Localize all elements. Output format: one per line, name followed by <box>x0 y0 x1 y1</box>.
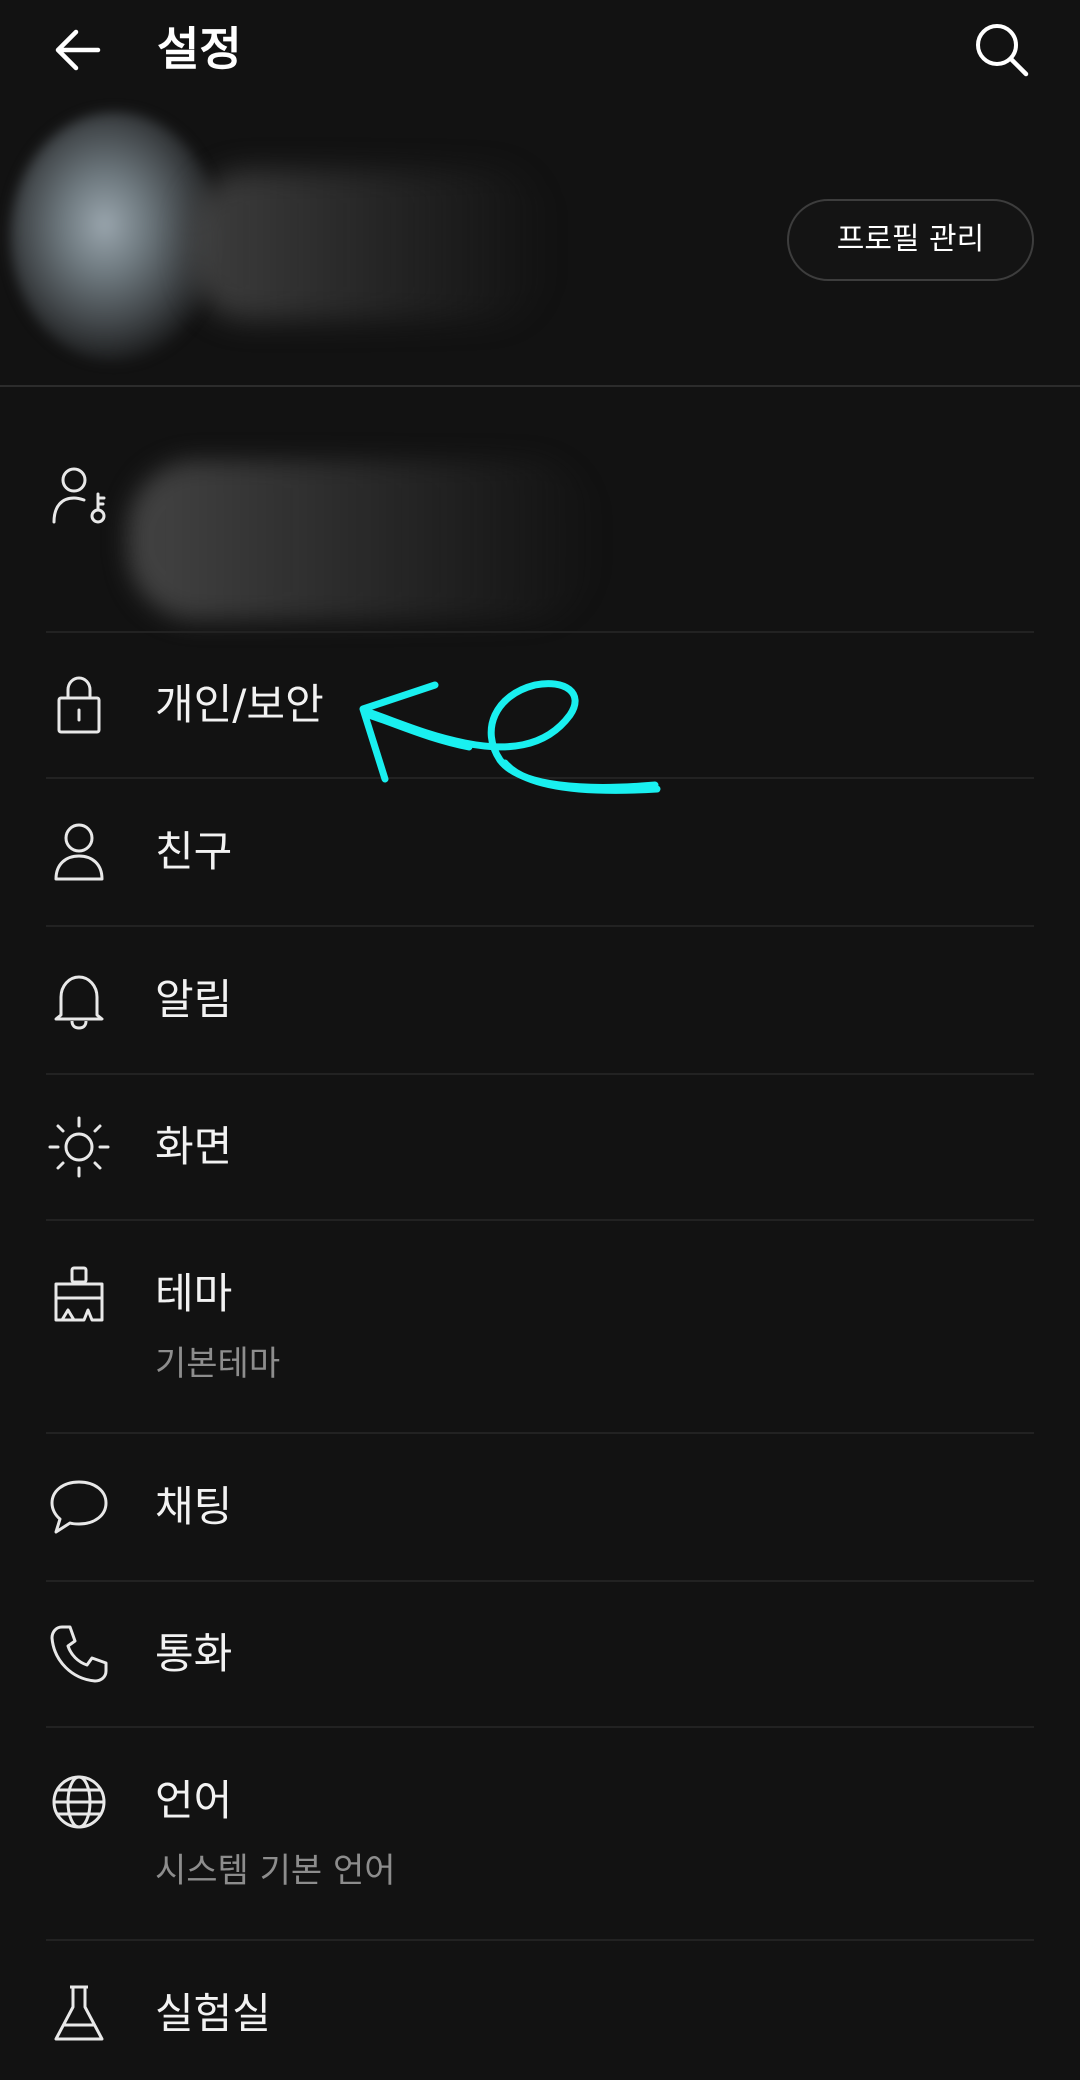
divider <box>0 385 1080 387</box>
phone-icon <box>48 1623 110 1685</box>
menu-item-label: 화면 <box>155 1122 233 1171</box>
menu-item-subtitle: 기본테마 <box>155 1344 281 1384</box>
lock-icon <box>48 674 110 736</box>
back-button[interactable] <box>50 22 106 78</box>
flask-icon <box>48 1983 110 2045</box>
menu-item-lab[interactable]: 실험실 <box>0 1941 1080 2080</box>
menu-item-chat[interactable]: 채팅 <box>0 1434 1080 1580</box>
menu-item-label: 통화 <box>155 1629 233 1678</box>
menu-item-label: 친구 <box>155 827 233 876</box>
globe-icon <box>48 1771 110 1833</box>
top-app-bar: 설정 <box>0 0 1080 100</box>
search-icon <box>976 24 1029 77</box>
menu-item-privacy[interactable]: 개인/보안 <box>0 633 1080 777</box>
menu-item-label: 채팅 <box>155 1482 233 1531</box>
menu-item-subtitle: 시스템 기본 언어 <box>155 1851 396 1891</box>
profile-section[interactable]: 프로필 관리 <box>0 100 1080 386</box>
paint-brush-icon <box>48 1264 110 1326</box>
menu-item-call[interactable]: 통화 <box>0 1582 1080 1726</box>
menu-item-label: 테마 <box>155 1269 233 1318</box>
brightness-icon <box>48 1116 110 1178</box>
menu-item-label: 알림 <box>155 975 233 1024</box>
menu-item-language[interactable]: 언어 시스템 기본 언어 <box>0 1728 1080 1939</box>
account-info-blurred <box>128 460 598 620</box>
profile-name-blurred <box>190 170 550 320</box>
person-icon <box>48 821 110 883</box>
person-key-icon <box>48 464 110 526</box>
menu-item-display[interactable]: 화면 <box>0 1075 1080 1219</box>
bell-icon <box>48 969 110 1031</box>
search-button[interactable] <box>972 20 1032 80</box>
page-title: 설정 <box>157 22 242 76</box>
avatar[interactable] <box>10 112 220 362</box>
menu-item-theme[interactable]: 테마 기본테마 <box>0 1221 1080 1432</box>
chat-bubble-icon <box>48 1476 110 1538</box>
menu-item-label: 개인/보안 <box>155 680 324 729</box>
menu-item-label: 언어 <box>155 1776 233 1825</box>
profile-manage-button[interactable]: 프로필 관리 <box>787 199 1034 281</box>
menu-item-notifications[interactable]: 알림 <box>0 927 1080 1073</box>
menu-item-friends[interactable]: 친구 <box>0 779 1080 925</box>
menu-item-account[interactable] <box>0 440 1080 630</box>
arrow-left-icon <box>55 29 101 71</box>
menu-item-label: 실험실 <box>155 1989 271 2038</box>
